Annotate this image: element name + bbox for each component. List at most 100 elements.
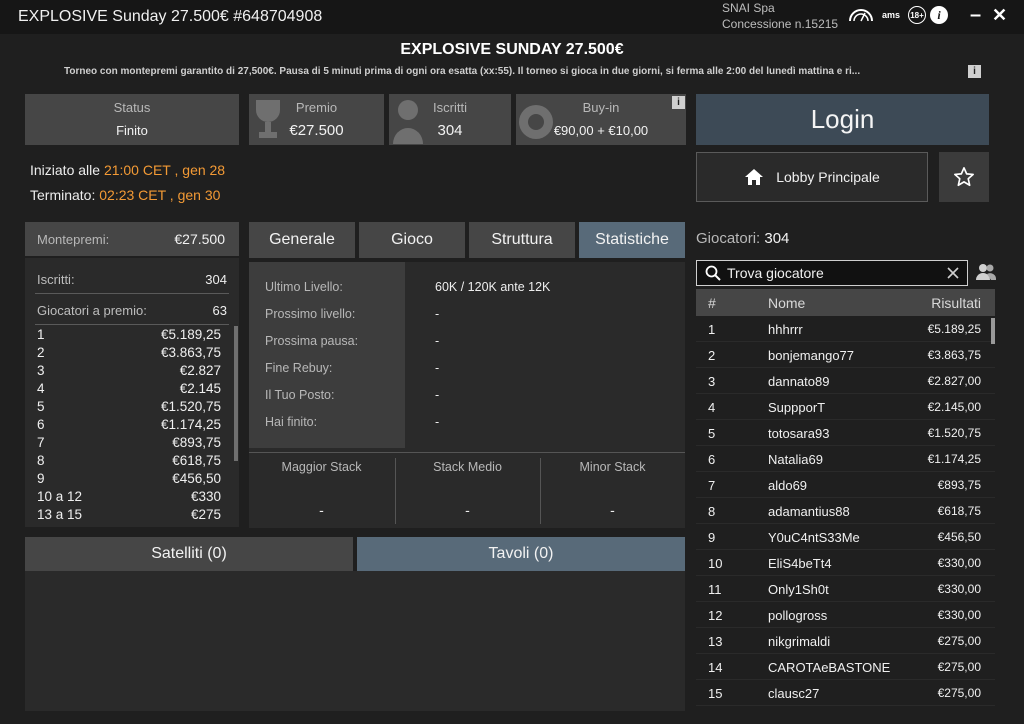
registered-row-value: 304	[205, 272, 227, 287]
table-row[interactable]: 15 clausc27 €275,00	[696, 680, 995, 706]
biggest-stack-value: -	[319, 502, 324, 518]
tab-generale[interactable]: Generale	[249, 222, 355, 258]
list-item: 13 a 15 €275	[37, 507, 221, 522]
table-row[interactable]: 2 bonjemango77 €3.863,75	[696, 342, 995, 368]
list-item: 6 €1.174,25	[37, 417, 221, 432]
status-value: Finito	[116, 123, 148, 138]
buyin-info-icon[interactable]: i	[672, 96, 685, 109]
window-title: EXPLOSIVE Sunday 27.500€ #648704908	[18, 8, 323, 25]
tab-gioco[interactable]: Gioco	[359, 222, 465, 258]
your-seat-label: Il Tuo Posto:	[265, 388, 335, 402]
18-plus-icon: 18+	[908, 6, 926, 24]
table-row[interactable]: 4 SuppporT €2.145,00	[696, 394, 995, 420]
company-license: Concessione n.15215	[722, 17, 839, 31]
list-item: 4 €2.145	[37, 381, 221, 396]
table-row[interactable]: 10 EliS4beTt4 €330,00	[696, 550, 995, 576]
winners-value: 63	[212, 303, 227, 318]
list-item: 7 €893,75	[37, 435, 221, 450]
divider	[249, 452, 685, 453]
players-count: Giocatori: 304	[696, 230, 789, 247]
company-info: SNAI Spa Concessione n.15215	[722, 0, 838, 32]
prize-list-scrollbar[interactable]	[234, 326, 238, 461]
prize-list-panel[interactable]: Iscritti: 304 Giocatori a premio: 63 1 €5…	[25, 258, 239, 527]
registered-label: Iscritti	[433, 100, 467, 115]
search-input[interactable]	[727, 265, 927, 281]
clear-icon[interactable]	[947, 267, 959, 279]
started-line: Iniziato alle 21:00 CET , gen 28	[30, 162, 225, 178]
info-icon[interactable]: i	[930, 6, 948, 24]
favorite-button[interactable]	[939, 152, 989, 202]
status-label: Status	[113, 100, 151, 115]
players-table-scrollbar[interactable]	[991, 318, 995, 344]
registered-box: Iscritti 304	[389, 94, 511, 145]
table-row[interactable]: 7 aldo69 €893,75	[696, 472, 995, 498]
ended-label: Terminato:	[30, 187, 96, 203]
list-item: 1 €5.189,25	[37, 327, 221, 342]
prize-box: Premio €27.500	[249, 94, 384, 145]
biggest-stack: Maggior Stack -	[249, 456, 394, 526]
next-break-value: -	[435, 334, 440, 348]
table-row[interactable]: 6 Natalia69 €1.174,25	[696, 446, 995, 472]
list-item: 2 €3.863,75	[37, 345, 221, 360]
smallest-stack-label: Minor Stack	[579, 460, 646, 474]
prize-panel: Montepremi: €27.500 Iscritti: 304 Giocat…	[25, 222, 239, 527]
table-row[interactable]: 8 adamantius88 €618,75	[696, 498, 995, 524]
players-count-value: 304	[764, 230, 790, 247]
list-item: 10 a 12 €330	[37, 489, 221, 504]
smallest-stack: Minor Stack -	[540, 456, 685, 526]
lobby-button[interactable]: Lobby Principale	[696, 152, 928, 202]
rank-column-header[interactable]: #	[708, 295, 716, 311]
table-row[interactable]: 14 CAROTAeBASTONE €275,00	[696, 654, 995, 680]
buyin-label: Buy-in	[582, 100, 620, 115]
players-count-label: Giocatori:	[696, 230, 761, 247]
biggest-stack-label: Maggior Stack	[281, 460, 362, 474]
table-row[interactable]: 12 pollogross €330,00	[696, 602, 995, 628]
description-info-icon[interactable]: i	[968, 65, 981, 78]
ended-value: 02:23 CET , gen 30	[99, 187, 221, 203]
minimize-button[interactable]: –	[970, 4, 981, 27]
smallest-stack-value: -	[610, 502, 615, 518]
registered-row: Iscritti: 304	[37, 272, 227, 287]
average-stack-label: Stack Medio	[433, 460, 502, 474]
divider	[35, 324, 229, 325]
table-row[interactable]: 11 Only1Sh0t €330,00	[696, 576, 995, 602]
tournament-title: EXPLOSIVE SUNDAY 27.500€	[400, 41, 624, 58]
winners-label: Giocatori a premio:	[37, 303, 147, 318]
divider	[35, 293, 229, 294]
close-button[interactable]: ✕	[992, 5, 1007, 26]
table-row[interactable]: 5 totosara93 €1.520,75	[696, 420, 995, 446]
login-button[interactable]: Login	[696, 94, 989, 145]
home-icon	[745, 169, 764, 185]
result-column-header[interactable]: Risultati	[931, 295, 981, 311]
ams-logo-icon: ams	[881, 10, 900, 20]
finished-value: -	[435, 415, 440, 429]
table-row[interactable]: 13 nikgrimaldi €275,00	[696, 628, 995, 654]
friends-filter-icon[interactable]	[975, 263, 997, 281]
buyin-box: Buy-in €90,00 + €10,00 i	[516, 94, 686, 145]
rebuy-end-label: Fine Rebuy:	[265, 361, 333, 375]
last-level-label: Ultimo Livello:	[265, 280, 343, 294]
table-row[interactable]: 9 Y0uC4ntS33Me €456,50	[696, 524, 995, 550]
table-row[interactable]: 1 hhhrrr €5.189,25	[696, 316, 995, 342]
your-seat-value: -	[435, 388, 440, 402]
payout-list: 1 €5.189,25 2 €3.863,75 3 €2.827 4 €2.145 5 €…	[37, 326, 221, 524]
player-search	[696, 260, 968, 286]
title-bar: EXPLOSIVE Sunday 27.500€ #648704908 SNAI…	[0, 0, 1024, 34]
ended-line: Terminato: 02:23 CET , gen 30	[30, 187, 220, 203]
tab-satelliti[interactable]: Satelliti (0)	[25, 537, 353, 571]
tab-tavoli[interactable]: Tavoli (0)	[357, 537, 685, 571]
tab-struttura[interactable]: Struttura	[469, 222, 575, 258]
prize-value: €27.500	[289, 122, 344, 139]
tournament-header: EXPLOSIVE SUNDAY 27.500€ Torneo con mont…	[14, 34, 1010, 88]
prize-pool-value: €27.500	[174, 231, 225, 247]
registered-row-label: Iscritti:	[37, 272, 75, 287]
status-box: Status Finito	[25, 94, 239, 145]
adm-logo-icon	[848, 6, 874, 24]
average-stack-value: -	[465, 502, 470, 518]
name-column-header[interactable]: Nome	[768, 295, 805, 311]
table-row[interactable]: 3 dannato89 €2.827,00	[696, 368, 995, 394]
tab-statistiche[interactable]: Statistiche	[579, 222, 685, 258]
tournament-description: Torneo con montepremi garantito di 27,50…	[64, 66, 861, 77]
registered-value: 304	[437, 122, 463, 139]
winners-row: Giocatori a premio: 63	[37, 303, 227, 318]
